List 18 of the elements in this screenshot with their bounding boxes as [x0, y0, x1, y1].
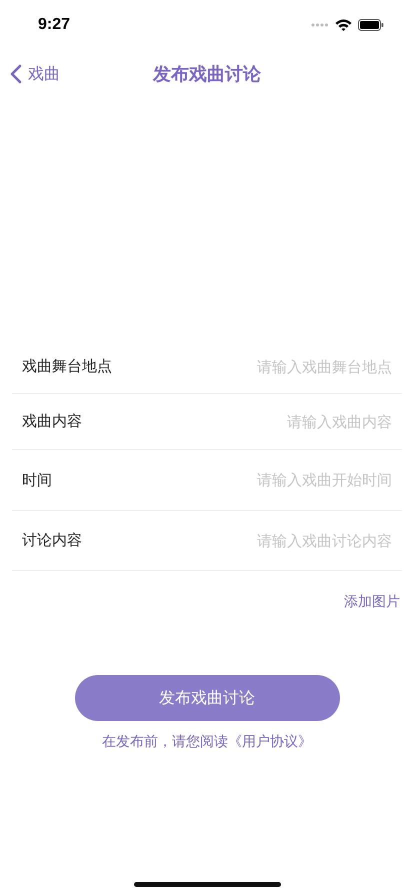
agreement-link[interactable]: 在发布前，请您阅读《用户协议》	[102, 734, 312, 750]
input-field[interactable]: 请输入戏曲讨论内容	[192, 532, 392, 550]
field-label: 戏曲内容	[22, 412, 82, 431]
status-time: 9:27	[38, 16, 70, 34]
add-image-link[interactable]: 添加图片	[344, 593, 400, 611]
chevron-left-icon	[10, 64, 22, 84]
field-label: 戏曲舞台地点	[22, 357, 112, 376]
wifi-icon	[335, 19, 352, 31]
field-label: 时间	[22, 470, 52, 490]
signal-icon	[311, 23, 329, 27]
input-field[interactable]: 请输入戏曲开始时间	[192, 471, 392, 489]
field-label: 讨论内容	[22, 531, 82, 550]
page-title: 发布戏曲讨论	[153, 63, 261, 86]
input-field[interactable]: 请输入戏曲舞台地点	[192, 358, 392, 376]
battery-icon	[358, 19, 384, 31]
input-field[interactable]: 请输入戏曲内容	[192, 412, 392, 430]
back-button[interactable]: 戏曲	[10, 64, 60, 84]
submit-button[interactable]: 发布戏曲讨论	[74, 675, 340, 721]
